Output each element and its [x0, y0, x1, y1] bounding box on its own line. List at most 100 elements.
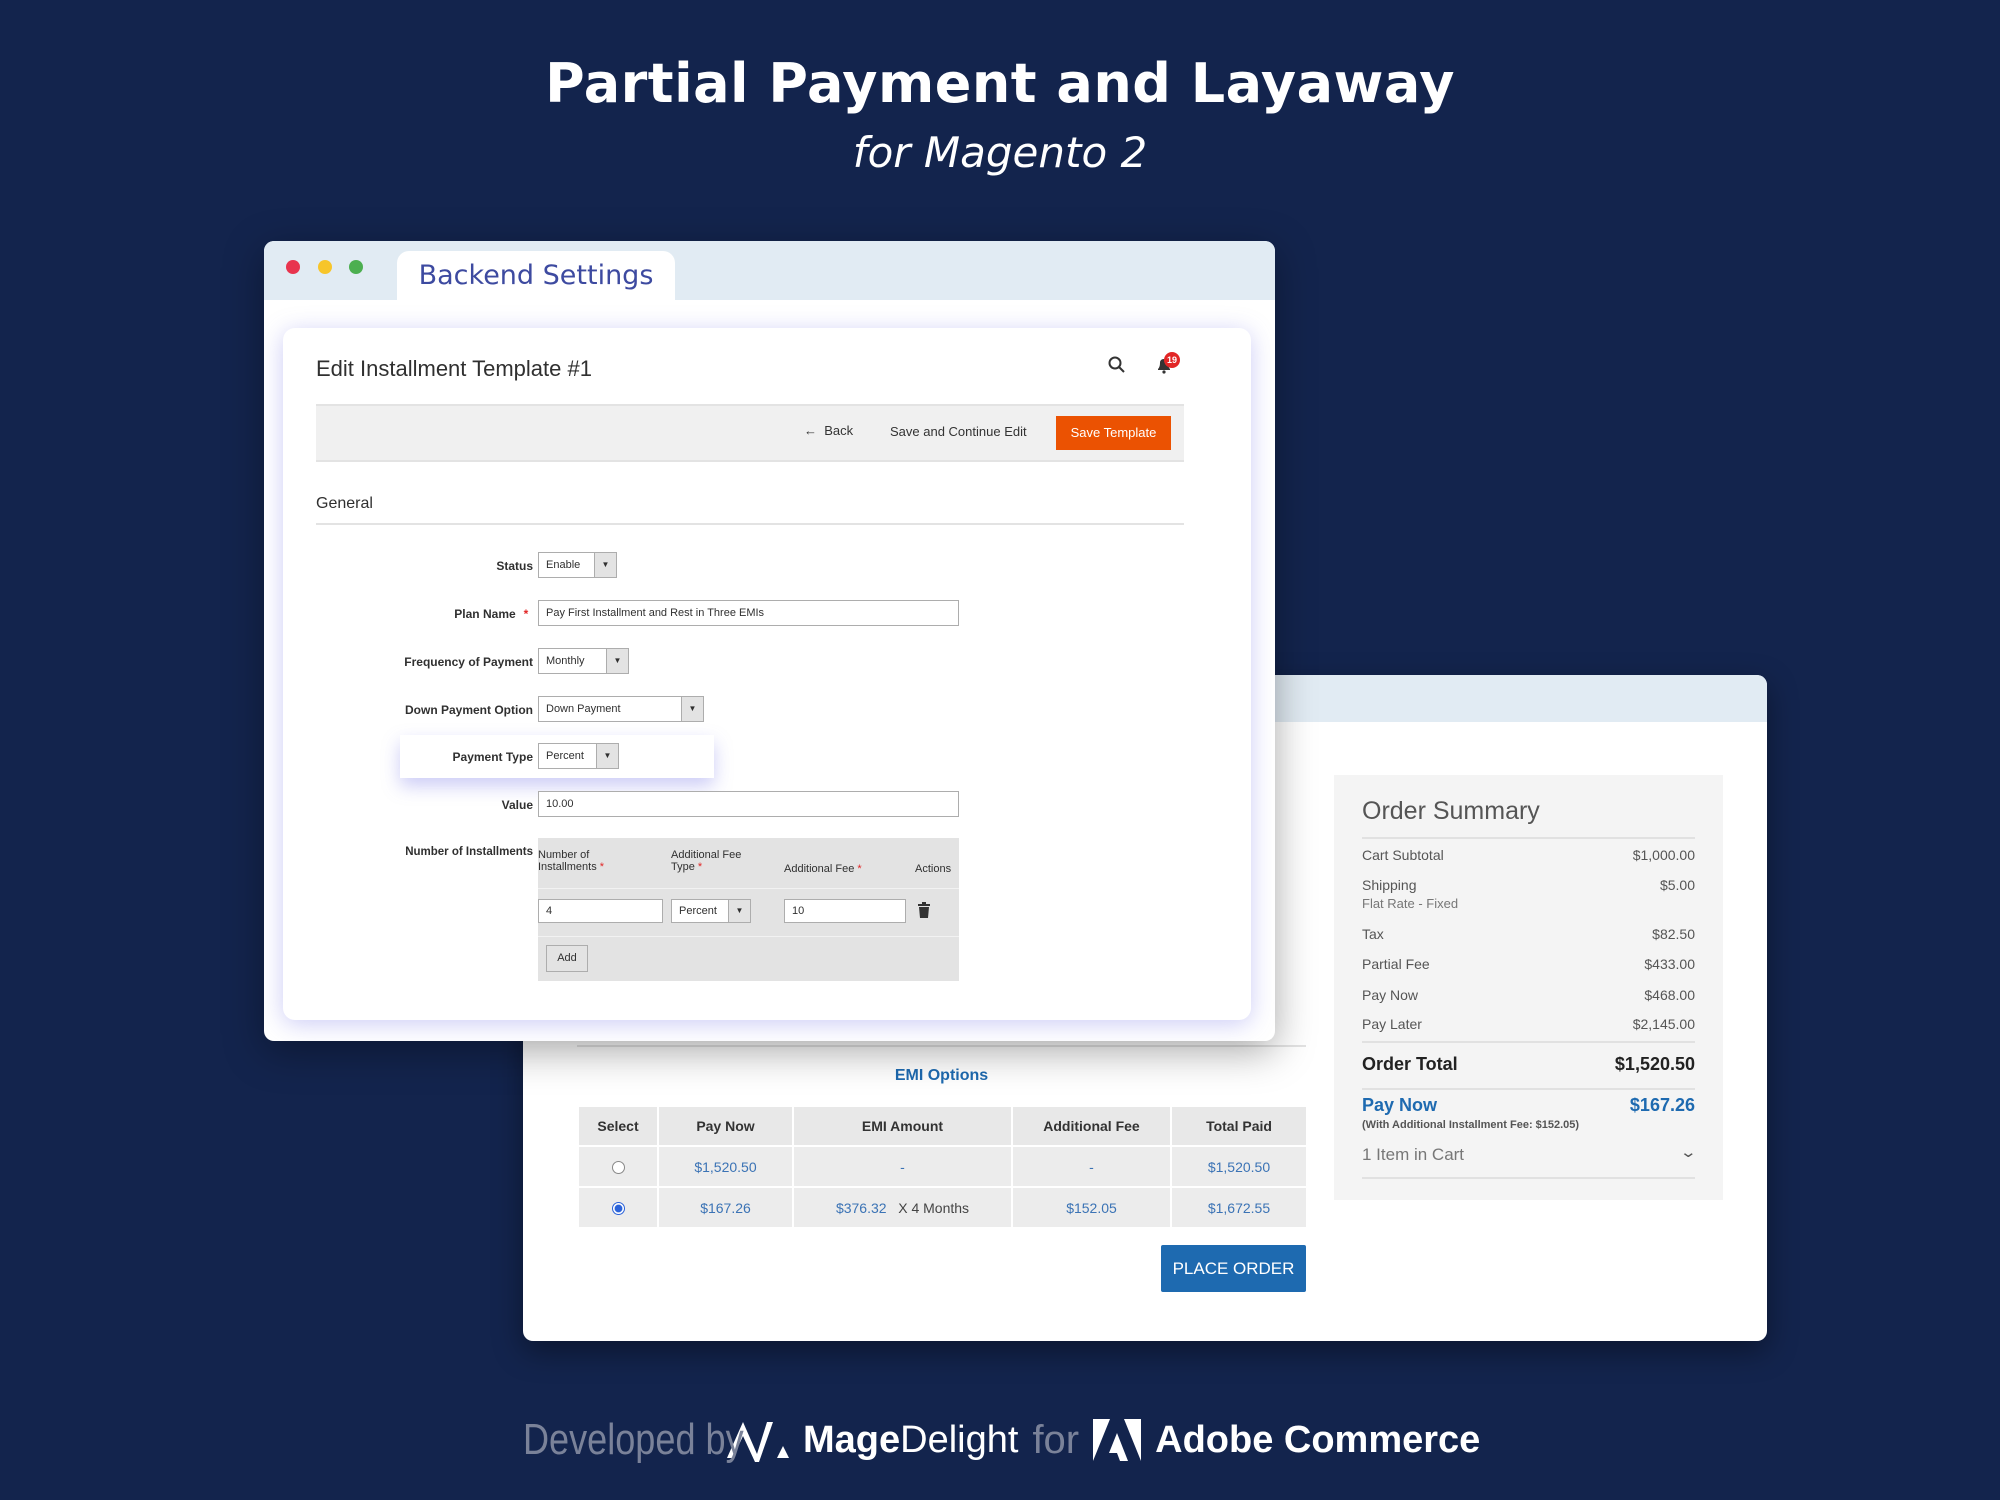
col-actions: Actions — [915, 863, 952, 875]
pay-now-value: $167.26 — [1629, 1095, 1695, 1115]
summary-value: $433.00 — [1644, 956, 1695, 972]
divider — [1362, 1177, 1695, 1179]
notification-count-badge: 19 — [1164, 352, 1180, 368]
save-continue-button[interactable]: Save and Continue Edit — [890, 424, 1027, 439]
summary-label: Pay Later — [1362, 1016, 1422, 1032]
trash-icon[interactable] — [918, 902, 930, 923]
notifications-bell-icon[interactable]: 19 — [1155, 352, 1180, 379]
minimize-dot-icon[interactable] — [318, 260, 332, 274]
brand-bold: Mage — [803, 1418, 901, 1461]
magedelight-brand: MageDelight — [803, 1419, 1018, 1462]
divider — [1362, 1041, 1695, 1043]
dropdown-arrow-icon: ▼ — [596, 744, 618, 768]
order-total-value: $1,520.50 — [1614, 1054, 1695, 1074]
items-in-cart-toggle[interactable]: 1 Item in Cart — [1362, 1145, 1464, 1165]
fee-cell: - — [1013, 1147, 1170, 1186]
pay-now-cell: $1,520.50 — [659, 1147, 792, 1186]
col-select: Select — [579, 1107, 657, 1145]
order-total-label: Order Total — [1362, 1054, 1458, 1074]
frequency-label: Frequency of Payment — [404, 655, 533, 669]
value-label: Value — [501, 798, 533, 812]
select-radio-checked[interactable] — [611, 1202, 625, 1216]
header-text: Number of Installments — [538, 849, 597, 873]
down-payment-value: Down Payment — [546, 703, 621, 715]
value-input[interactable]: 10.00 — [538, 791, 959, 817]
footer-credits: Developed by MageDelight for Adobe Comme… — [523, 1410, 1480, 1470]
divider — [538, 936, 959, 937]
add-installment-button[interactable]: Add — [546, 945, 588, 972]
divider — [1362, 1088, 1695, 1090]
header-text: Additional Fee Type — [671, 849, 742, 873]
payment-type-select[interactable]: Percent ▼ — [538, 743, 619, 769]
pay-now-note: (With Additional Installment Fee: $152.0… — [1362, 1119, 1580, 1131]
fee-type-value: Percent — [679, 905, 717, 917]
frequency-value: Monthly — [546, 655, 585, 667]
total-cell: $1,520.50 — [1172, 1147, 1306, 1186]
emi-amount: $376.32 — [835, 1199, 887, 1216]
col-additional-fee: Additional Fee * — [784, 863, 862, 875]
plan-name-input[interactable]: Pay First Installment and Rest in Three … — [538, 600, 959, 626]
summary-value: $468.00 — [1644, 987, 1695, 1003]
brand-light: Delight — [900, 1418, 1019, 1461]
installments-table: Number of Installments * Additional Fee … — [538, 838, 959, 981]
down-payment-label: Down Payment Option — [404, 703, 533, 717]
summary-value: $1,000.00 — [1632, 847, 1695, 863]
installments-count-input[interactable]: 4 — [538, 899, 663, 923]
status-label: Status — [496, 559, 533, 573]
summary-label: Pay Now — [1362, 987, 1419, 1003]
hero-title: Partial Payment and Layaway — [545, 52, 1455, 115]
chevron-down-icon[interactable]: ⌄ — [1680, 1143, 1698, 1161]
emi-amount-cell: - — [794, 1147, 1011, 1186]
divider — [316, 523, 1184, 525]
fee-type-select[interactable]: Percent ▼ — [671, 899, 751, 923]
for-text: for — [1032, 1417, 1080, 1462]
tab-backend-settings[interactable]: Backend Settings — [397, 251, 675, 301]
additional-fee-input[interactable]: 10 — [784, 899, 906, 923]
divider — [1362, 837, 1695, 839]
status-select[interactable]: Enable ▼ — [538, 552, 617, 578]
divider — [538, 888, 959, 889]
table-row[interactable]: $167.26 $376.32 X 4 Months $152.05 $1,67… — [579, 1188, 1306, 1227]
hero-subtitle: for Magento 2 — [852, 128, 1148, 177]
adobe-commerce-text: Adobe Commerce — [1155, 1418, 1481, 1461]
table-row[interactable]: $1,520.50 - - $1,520.50 — [579, 1147, 1306, 1186]
summary-label: Partial Fee — [1362, 956, 1430, 972]
summary-label: Tax — [1362, 926, 1384, 942]
adobe-logo-icon — [1093, 1419, 1142, 1461]
pay-now-cell: $167.26 — [659, 1188, 792, 1227]
down-payment-select[interactable]: Down Payment ▼ — [538, 696, 704, 722]
select-radio[interactable] — [611, 1161, 625, 1175]
emi-months: X 4 Months — [898, 1199, 970, 1216]
fee-cell: $152.05 — [1013, 1188, 1170, 1227]
col-pay-now: Pay Now — [659, 1107, 792, 1145]
plan-name-label-text: Plan Name — [454, 607, 516, 621]
divider — [577, 1045, 1306, 1047]
installments-label: Number of Installments — [405, 846, 533, 858]
dropdown-arrow-icon: ▼ — [681, 697, 703, 721]
col-emi-amount: EMI Amount — [794, 1107, 1011, 1145]
maximize-dot-icon[interactable] — [349, 260, 363, 274]
emi-amount-cell: $376.32 X 4 Months — [794, 1188, 1011, 1227]
save-template-button[interactable]: Save Template — [1056, 416, 1171, 450]
arrow-left-icon: ← — [804, 423, 817, 438]
emi-options-title: EMI Options — [894, 1067, 989, 1084]
place-order-button[interactable]: PLACE ORDER — [1161, 1245, 1306, 1292]
action-toolbar: ← Back Save and Continue Edit Save Templ… — [316, 404, 1184, 462]
search-icon[interactable] — [1108, 356, 1126, 379]
header-text: Additional Fee — [784, 863, 855, 875]
summary-value: $5.00 — [1659, 877, 1695, 893]
backend-window: Backend Settings Edit Installment Templa… — [264, 241, 1275, 1041]
section-general-title: General — [316, 495, 373, 512]
summary-label: Shipping — [1362, 877, 1417, 893]
summary-label: Cart Subtotal — [1362, 847, 1444, 863]
dropdown-arrow-icon: ▼ — [728, 900, 750, 922]
status-value: Enable — [546, 559, 581, 571]
developed-by-text: Developed by — [523, 1415, 744, 1464]
payment-type-value: Percent — [546, 750, 584, 762]
dropdown-arrow-icon: ▼ — [606, 649, 628, 673]
summary-value: $82.50 — [1652, 926, 1695, 942]
close-dot-icon[interactable] — [286, 260, 300, 274]
back-button[interactable]: ← Back — [804, 423, 853, 438]
table-header-row: Select Pay Now EMI Amount Additional Fee… — [579, 1107, 1306, 1145]
frequency-select[interactable]: Monthly ▼ — [538, 648, 629, 674]
